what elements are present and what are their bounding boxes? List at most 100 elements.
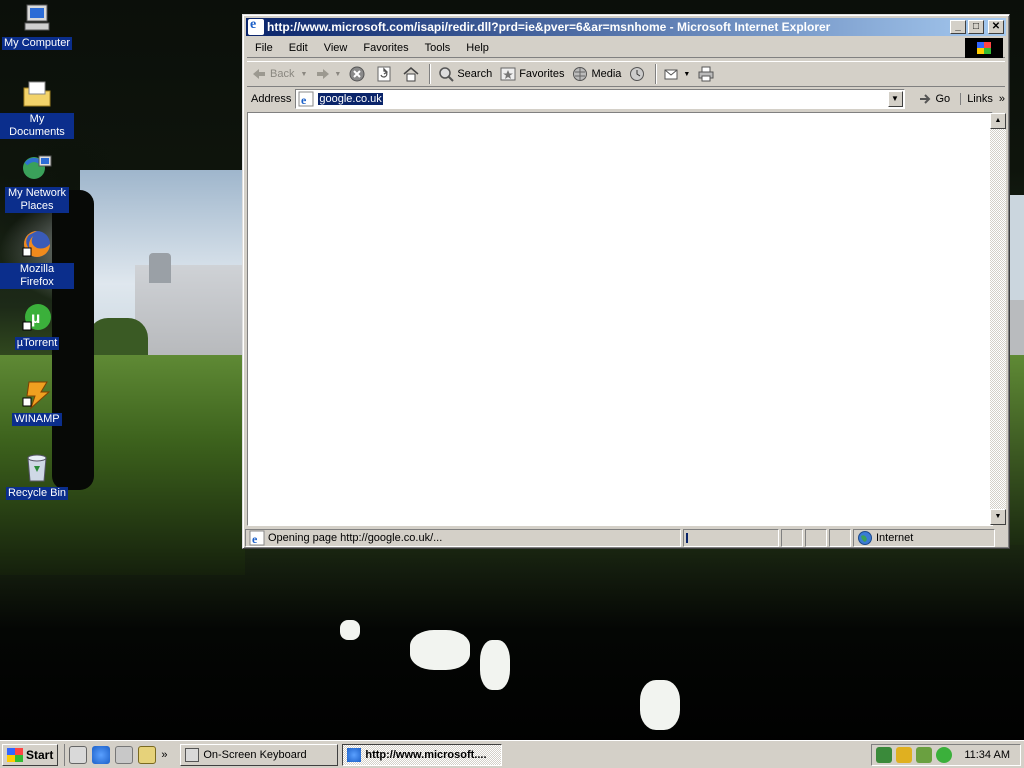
history-icon [629, 66, 645, 82]
refresh-button[interactable] [372, 63, 399, 85]
back-button[interactable]: Back ▼ [247, 63, 311, 85]
system-tray: 11:34 AM [871, 744, 1021, 766]
page-loading-icon: e [249, 530, 265, 546]
wallpaper-castle [135, 253, 245, 357]
taskbar-button-on-screen-keyboard[interactable]: On-Screen Keyboard [180, 743, 339, 766]
wallpaper-light-spot [480, 640, 510, 690]
zone-label: Internet [876, 531, 914, 544]
forward-button[interactable]: ▼ [311, 63, 345, 85]
task-label: On-Screen Keyboard [203, 748, 307, 761]
clock[interactable]: 11:34 AM [964, 749, 1010, 761]
maximize-button[interactable]: □ [968, 20, 984, 34]
wallpaper-light-spot [640, 680, 680, 730]
progress-fill [686, 532, 688, 543]
links-label: Links [967, 93, 993, 105]
svg-text:e: e [252, 532, 258, 546]
back-dropdown-icon[interactable]: ▼ [300, 71, 307, 78]
address-value[interactable]: google.co.uk [318, 93, 383, 105]
address-input[interactable]: e google.co.uk ▼ [295, 89, 905, 109]
favorites-button[interactable]: Favorites [496, 63, 568, 85]
utorrent-tray-icon[interactable] [936, 747, 952, 763]
taskbar: Start » On-Screen Keyboard http://www.mi… [0, 740, 1024, 768]
desktop-icon-network-places[interactable]: My Network Places [0, 152, 74, 213]
start-button[interactable]: Start [2, 743, 59, 766]
menu-edit[interactable]: Edit [281, 42, 316, 54]
start-label: Start [26, 747, 54, 762]
status-panel-empty [805, 528, 827, 547]
chevron-right-icon[interactable]: » [999, 93, 1005, 105]
outlook-express-icon[interactable] [115, 745, 134, 764]
toolbar-separator [429, 64, 432, 84]
globe-icon [857, 530, 873, 546]
page-content-area[interactable] [247, 112, 993, 526]
chevron-right-icon[interactable]: » [161, 746, 171, 764]
winamp-icon [21, 378, 53, 410]
mail-dropdown-icon[interactable]: ▼ [683, 71, 690, 78]
search-icon [438, 66, 455, 82]
desktop-icon-utorrent[interactable]: µ µTorrent [0, 302, 74, 350]
quick-launch: » [64, 743, 176, 766]
menu-view[interactable]: View [316, 42, 356, 54]
desktop-icon-my-computer[interactable]: My Computer [0, 2, 74, 50]
print-button[interactable] [694, 63, 721, 85]
mail-icon [664, 66, 680, 82]
scroll-up-button[interactable]: ▲ [990, 113, 1006, 129]
mail-button[interactable]: ▼ [660, 63, 694, 85]
home-button[interactable] [399, 63, 426, 85]
media-button[interactable]: Media [568, 63, 625, 85]
ie-icon[interactable] [248, 17, 264, 35]
desktop-icon-recycle-bin[interactable]: Recycle Bin [0, 452, 74, 500]
ie-quicklaunch-icon[interactable] [92, 745, 111, 764]
tray-icon[interactable] [916, 747, 932, 763]
search-button[interactable]: Search [434, 63, 496, 85]
desktop-icon-winamp[interactable]: WINAMP [0, 378, 74, 426]
status-panel-empty [781, 528, 803, 547]
show-desktop-icon[interactable] [69, 745, 88, 764]
forward-dropdown-icon[interactable]: ▼ [334, 71, 341, 78]
address-dropdown-button[interactable]: ▼ [887, 91, 903, 107]
scroll-down-button[interactable]: ▼ [990, 509, 1006, 525]
svg-text:e: e [301, 93, 307, 107]
security-zone-panel: Internet [853, 528, 995, 547]
taskbar-button-ie[interactable]: http://www.microsoft.... [342, 743, 503, 766]
desktop-icon-my-documents[interactable]: My Documents [0, 78, 74, 139]
vertical-scrollbar[interactable]: ▲ ▼ [990, 113, 1006, 525]
menu-file[interactable]: File [247, 42, 281, 54]
address-label: Address [251, 93, 292, 105]
wallpaper-hedge [88, 318, 148, 358]
utorrent-icon: µ [21, 302, 53, 334]
go-button[interactable]: Go [913, 91, 955, 107]
title-bar[interactable]: http://www.microsoft.com/isapi/redir.dll… [246, 17, 1006, 36]
media-player-icon[interactable] [138, 745, 157, 764]
history-button[interactable] [625, 63, 652, 85]
windows-throbber-icon [965, 38, 1003, 58]
desktop-icon-firefox[interactable]: Mozilla Firefox [0, 228, 74, 289]
back-arrow-icon [251, 66, 267, 82]
network-tray-icon[interactable] [876, 747, 892, 763]
desktop-icon-label: WINAMP [12, 413, 62, 426]
minimize-button[interactable]: _ [950, 20, 966, 34]
status-text-panel: e Opening page http://google.co.uk/... [245, 528, 681, 547]
address-bar: Address e google.co.uk ▼ Go Links » [247, 87, 1005, 111]
close-button[interactable]: ✕ [988, 20, 1004, 34]
desktop-icon-label: Mozilla Firefox [0, 263, 74, 289]
menu-tools[interactable]: Tools [417, 42, 459, 54]
media-label: Media [591, 68, 622, 80]
my-documents-icon [21, 78, 53, 110]
status-text: Opening page http://google.co.uk/... [268, 531, 443, 544]
search-label: Search [457, 68, 493, 80]
status-bar: e Opening page http://google.co.uk/... I… [245, 528, 1007, 547]
favorites-star-icon [500, 66, 516, 82]
my-computer-icon [21, 2, 53, 34]
progress-bar [683, 528, 779, 547]
menu-help[interactable]: Help [458, 42, 497, 54]
winamp-tray-icon[interactable] [896, 747, 912, 763]
status-panel-empty [829, 528, 851, 547]
toolbar-separator [655, 64, 658, 84]
forward-arrow-icon [315, 66, 331, 82]
links-toolbar[interactable]: Links » [960, 93, 1005, 105]
firefox-icon [21, 228, 53, 260]
stop-icon [349, 66, 365, 82]
stop-button[interactable] [345, 63, 372, 85]
menu-favorites[interactable]: Favorites [355, 42, 416, 54]
